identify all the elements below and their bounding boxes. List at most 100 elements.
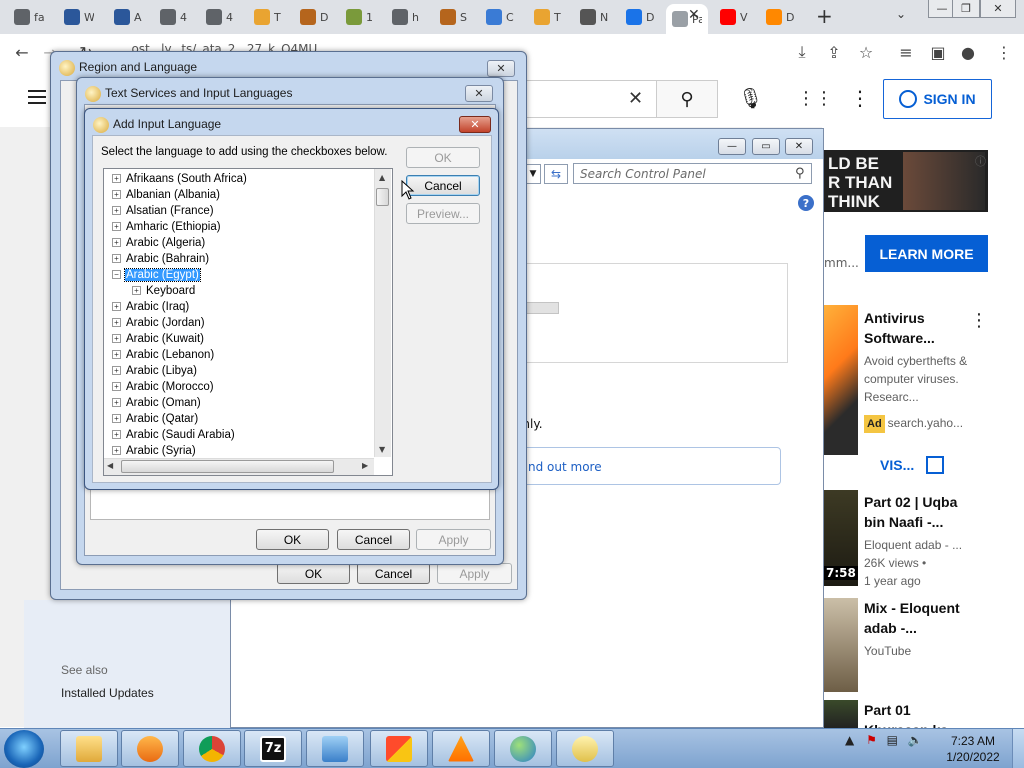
taskbar-media-player[interactable] — [121, 730, 179, 767]
restore-button[interactable]: ❐ — [952, 0, 980, 18]
browser-tab[interactable]: 1 — [340, 4, 378, 30]
install-icon[interactable]: ⤓ — [792, 42, 812, 62]
expand-icon[interactable]: + — [112, 398, 121, 408]
preview-button[interactable]: Preview... — [406, 203, 480, 224]
expand-icon[interactable]: + — [112, 382, 121, 392]
cp-search-input[interactable]: Search Control Panel — [573, 163, 812, 184]
apps-grid-icon[interactable]: ⋮⋮ — [797, 88, 833, 109]
language-tree-item[interactable]: + Arabic (Oman) — [112, 395, 202, 411]
text-services-apply-button[interactable]: Apply — [416, 529, 491, 550]
language-tree-item[interactable]: + Arabic (Algeria) — [112, 235, 206, 251]
sign-in-button[interactable]: SIGN IN — [883, 79, 992, 119]
expand-icon[interactable]: + — [112, 222, 121, 232]
expand-icon[interactable]: + — [112, 174, 121, 184]
scroll-left-icon[interactable]: ◀ — [107, 461, 113, 470]
find-out-more-link[interactable]: nd out more — [505, 447, 781, 485]
browser-tab[interactable]: T — [528, 4, 566, 30]
language-tree-item[interactable]: + Arabic (Libya) — [112, 363, 198, 379]
video-thumbnail-3[interactable] — [824, 700, 858, 728]
browser-tab[interactable]: D — [294, 4, 332, 30]
language-tree[interactable]: + Afrikaans (South Africa) + Albanian (Alba… — [103, 168, 393, 476]
text-services-cancel-button[interactable]: Cancel — [337, 529, 410, 550]
language-tree-item[interactable]: + Arabic (Qatar) — [112, 411, 199, 427]
expand-icon[interactable]: + — [112, 318, 121, 328]
language-tree-item[interactable]: + Alsatian (France) — [112, 203, 215, 219]
language-tree-item[interactable]: + Albanian (Albania) — [112, 187, 221, 203]
browser-tab[interactable]: V — [714, 4, 752, 30]
installed-updates-link[interactable]: Installed Updates — [61, 686, 154, 700]
ad-visit-button[interactable]: VIS... — [880, 457, 914, 473]
expand-icon[interactable]: + — [112, 446, 121, 456]
hamburger-menu-icon[interactable] — [28, 90, 46, 104]
collapse-icon[interactable]: − — [112, 270, 121, 280]
expand-icon[interactable]: + — [112, 238, 121, 248]
cp-minimize-button[interactable]: — — [718, 138, 746, 155]
browser-tab[interactable]: W — [58, 4, 96, 30]
expand-icon[interactable]: + — [132, 286, 141, 296]
language-tree-item[interactable]: + Afrikaans (South Africa) — [112, 171, 248, 187]
language-tree-item[interactable]: + Amharic (Ethiopia) — [112, 219, 222, 235]
volume-icon[interactable]: 🔈 — [908, 733, 923, 747]
cp-maximize-button[interactable]: ▭ — [752, 138, 780, 155]
browser-tab[interactable]: 4 — [154, 4, 192, 30]
video-channel-2[interactable]: YouTube — [864, 642, 974, 660]
browser-tab[interactable]: A — [108, 4, 146, 30]
browser-tab[interactable]: S — [434, 4, 472, 30]
video-title-2[interactable]: Mix - Eloquent adab -... — [864, 598, 974, 638]
language-tree-item[interactable]: + Arabic (Saudi Arabia) — [112, 427, 236, 443]
expand-icon[interactable]: + — [112, 366, 121, 376]
back-icon[interactable]: ← — [12, 42, 32, 62]
expand-icon[interactable]: + — [112, 334, 121, 344]
taskbar-vlc[interactable] — [432, 730, 490, 767]
scroll-up-icon[interactable]: ▲ — [379, 173, 385, 182]
browser-tab[interactable]: fa — [8, 4, 46, 30]
cp-dropdown-icon[interactable]: ▼ — [525, 164, 541, 184]
media-icon[interactable]: ≡ — [896, 42, 916, 62]
region-ok-button[interactable]: OK — [277, 563, 350, 584]
video-thumbnail-2[interactable] — [824, 598, 858, 692]
region-cancel-button[interactable]: Cancel — [357, 563, 430, 584]
language-tree-item[interactable]: + Arabic (Kuwait) — [112, 331, 205, 347]
region-close-button[interactable]: ✕ — [487, 60, 515, 77]
text-services-close-button[interactable]: ✕ — [465, 85, 493, 102]
video-title-3[interactable]: Part 01 Khurasan ka... — [864, 700, 974, 728]
language-tree-item[interactable]: + Arabic (Morocco) — [112, 379, 215, 395]
taskbar-control-panel[interactable] — [306, 730, 364, 767]
browser-tab[interactable]: 4 — [200, 4, 238, 30]
taskbar-7zip[interactable]: 7z — [244, 730, 302, 767]
add-input-ok-button[interactable]: OK — [406, 147, 480, 168]
taskbar-network[interactable] — [494, 730, 552, 767]
expand-icon[interactable]: + — [112, 206, 121, 216]
bookmark-star-icon[interactable]: ☆ — [856, 42, 876, 62]
browser-tab[interactable]: h — [386, 4, 424, 30]
microphone-icon[interactable]: 🎙 — [738, 86, 763, 110]
language-tree-item[interactable]: + Arabic (Jordan) — [112, 315, 206, 331]
add-input-cancel-button[interactable]: Cancel — [406, 175, 480, 196]
taskbar-explorer[interactable] — [60, 730, 118, 767]
ad-thumbnail[interactable] — [824, 305, 858, 455]
expand-icon[interactable]: + — [112, 302, 121, 312]
tree-vertical-thumb[interactable] — [376, 188, 389, 206]
network-icon[interactable]: ▤ — [887, 733, 898, 747]
close-tab-icon[interactable]: ✕ — [688, 7, 700, 23]
browser-tab[interactable]: N — [574, 4, 612, 30]
expand-icon[interactable]: + — [112, 414, 121, 424]
cp-close-button[interactable]: ✕ — [785, 138, 813, 155]
keyboard-tree-item[interactable]: + Keyboard — [132, 283, 196, 299]
language-tree-item[interactable]: + Arabic (Syria) — [112, 443, 197, 459]
language-tree-item[interactable]: + Arabic (Bahrain) — [112, 251, 210, 267]
taskbar-office[interactable] — [370, 730, 428, 767]
learn-more-button[interactable]: LEARN MORE — [865, 235, 988, 272]
clock[interactable]: 7:23 AM 1/20/2022 — [940, 733, 1006, 765]
tree-vertical-scrollbar[interactable] — [374, 169, 391, 457]
chrome-menu-icon[interactable]: ⋮ — [994, 42, 1014, 62]
taskbar-language[interactable] — [556, 730, 614, 767]
browser-tab[interactable]: Pa — [666, 4, 708, 34]
add-input-close-button[interactable]: ✕ — [459, 116, 491, 133]
profile-icon[interactable]: ● — [958, 42, 978, 62]
ad-more-icon[interactable]: ⋮ — [970, 310, 988, 331]
scroll-right-icon[interactable]: ▶ — [362, 461, 368, 470]
expand-icon[interactable]: + — [112, 430, 121, 440]
expand-icon[interactable]: + — [112, 350, 121, 360]
external-link-icon[interactable] — [926, 456, 944, 474]
